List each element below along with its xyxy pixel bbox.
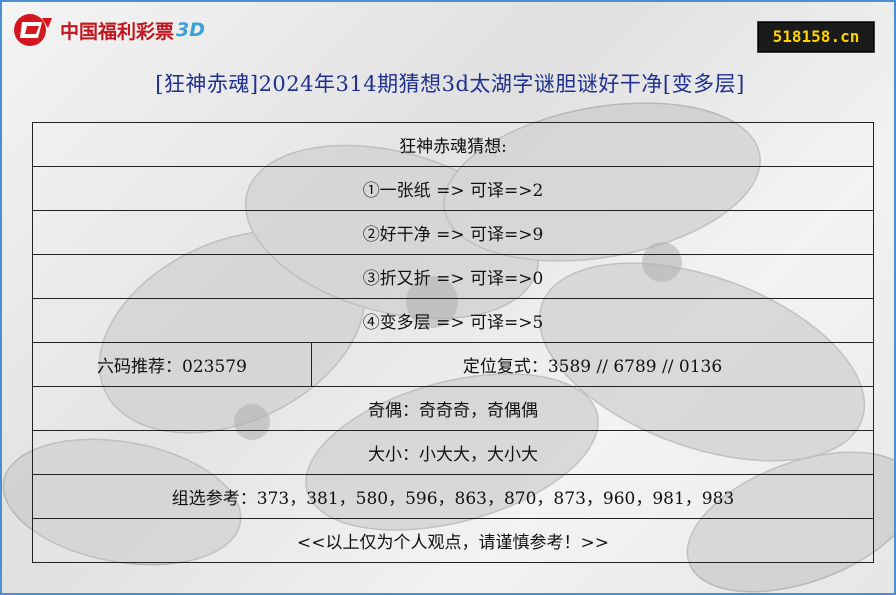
clue-cell: ①一张纸 => 可译=>2 [32, 166, 874, 211]
table-row: <<以上仅为个人观点，请谨慎参考！>> [32, 518, 874, 563]
big-small-cell: 大小：小大大，大小大 [32, 430, 874, 475]
logo-text: 中国福利彩票 [60, 20, 175, 43]
table-header: 狂神赤魂猜想: [32, 122, 874, 167]
clue-cell: ②好干净 => 可译=>9 [32, 210, 874, 255]
page-frame: 中国福利彩票 3D 518158.cn [狂神赤魂]2024年314期猜想3d太… [0, 0, 896, 595]
lottery-logo-icon [14, 14, 52, 46]
logo-3d-text: 3D [176, 19, 206, 41]
table-row: ①一张纸 => 可译=>2 [32, 166, 874, 211]
clue-cell: ④变多层 => 可译=>5 [32, 298, 874, 343]
table-row: 大小：小大大，大小大 [32, 430, 874, 475]
odd-even-cell: 奇偶：奇奇奇，奇偶偶 [32, 386, 874, 431]
six-code-cell: 六码推荐：023579 [32, 342, 312, 387]
page-title: [狂神赤魂]2024年314期猜想3d太湖字谜胆谜好干净[变多层] [155, 72, 745, 96]
lottery-logo: 中国福利彩票 3D [12, 10, 205, 50]
table-row: ②好干净 => 可译=>9 [32, 210, 874, 255]
table-row: 奇偶：奇奇奇，奇偶偶 [32, 386, 874, 431]
site-badge[interactable]: 518158.cn [758, 22, 874, 52]
table-row: 组选参考：373，381，580，596，863，870，873，960，981… [32, 474, 874, 519]
clue-cell: ③折又折 => 可译=>0 [32, 254, 874, 299]
group-reference-cell: 组选参考：373，381，580，596，863，870，873，960，981… [32, 474, 874, 519]
table-row: ③折又折 => 可译=>0 [32, 254, 874, 299]
table-row: ④变多层 => 可译=>5 [32, 298, 874, 343]
table-row: 狂神赤魂猜想: [32, 122, 874, 167]
disclaimer-cell: <<以上仅为个人观点，请谨慎参考！>> [32, 518, 874, 563]
position-combo-cell: 定位复式：3589 // 6789 // 0136 [311, 342, 874, 387]
prediction-table: 狂神赤魂猜想: ①一张纸 => 可译=>2 ②好干净 => 可译=>9 ③折又折… [32, 122, 874, 563]
table-row: 六码推荐：023579 定位复式：3589 // 6789 // 0136 [32, 342, 874, 387]
